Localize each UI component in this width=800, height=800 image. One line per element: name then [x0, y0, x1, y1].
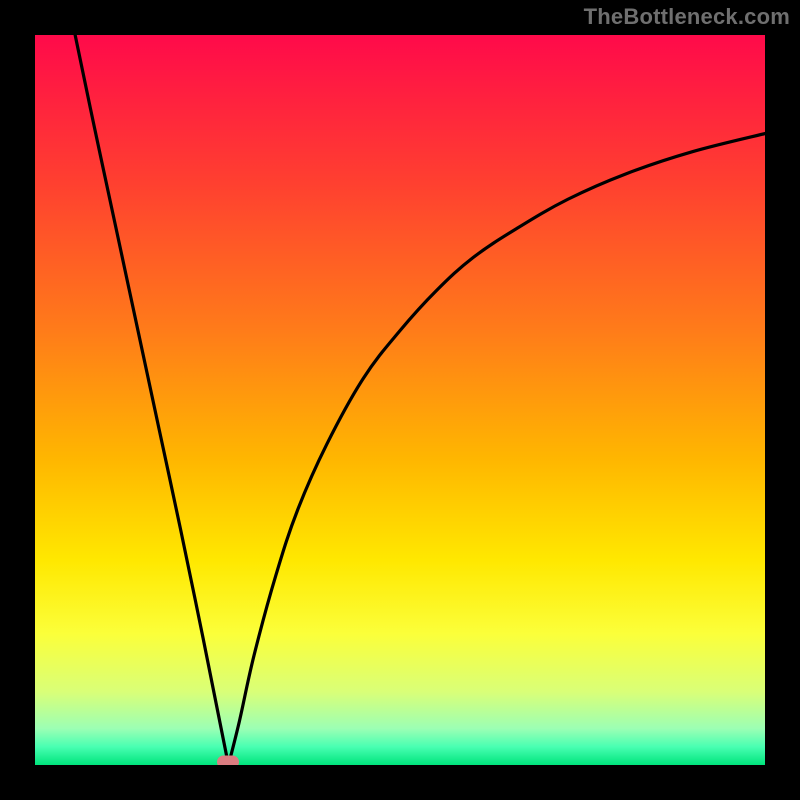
bottleneck-curve [35, 35, 765, 765]
minimum-marker [217, 756, 239, 765]
chart-frame: TheBottleneck.com [0, 0, 800, 800]
plot-area [35, 35, 765, 765]
watermark-text: TheBottleneck.com [584, 4, 790, 30]
